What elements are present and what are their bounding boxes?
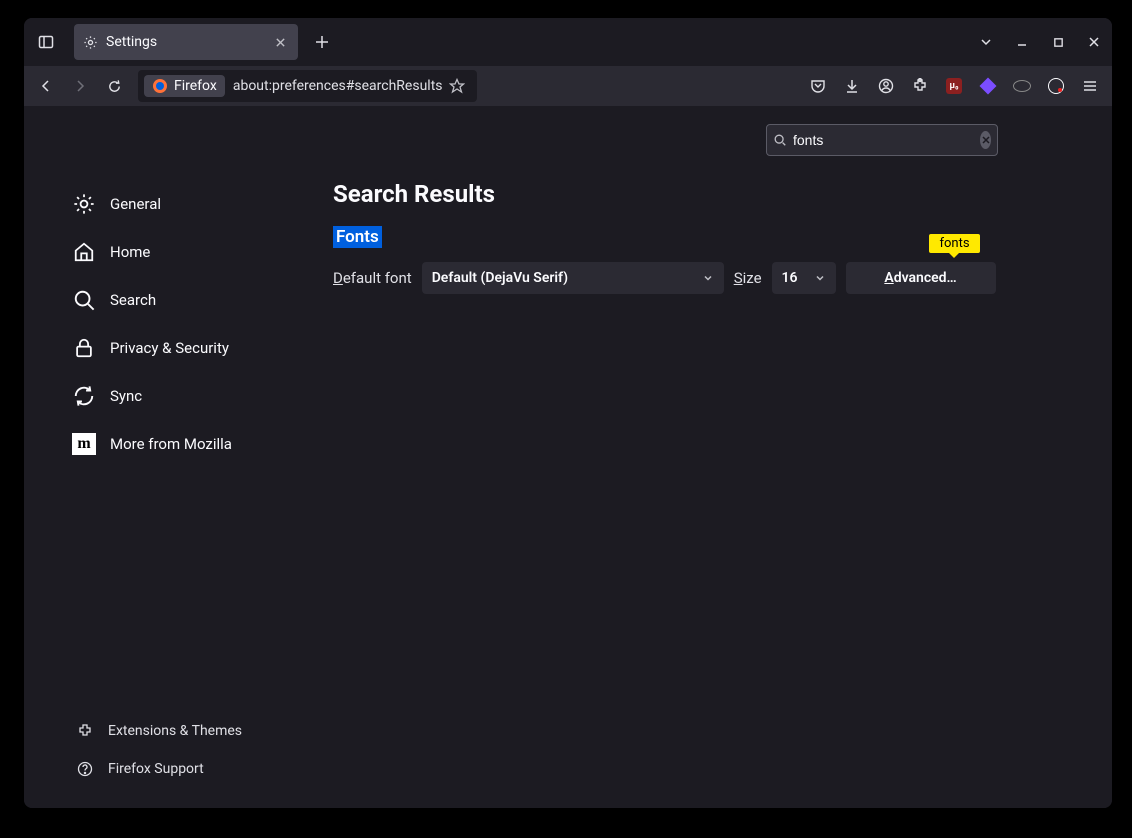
chevron-down-icon xyxy=(814,272,826,284)
search-highlight-tooltip: fonts xyxy=(929,234,979,253)
url-text: about:preferences#searchResults xyxy=(233,78,443,94)
page-title: Search Results xyxy=(333,180,1112,208)
category-label: Sync xyxy=(110,387,142,405)
back-button[interactable] xyxy=(30,70,62,102)
category-general[interactable]: General xyxy=(24,180,269,228)
identity-box[interactable]: Firefox xyxy=(144,75,225,97)
pocket-button[interactable] xyxy=(802,70,834,102)
category-label: Search xyxy=(110,291,156,309)
preferences-content: General Home Search Privacy & Security xyxy=(24,106,1112,808)
puzzle-icon xyxy=(76,722,94,740)
maximize-button[interactable] xyxy=(1040,18,1076,66)
tab-settings[interactable]: Settings xyxy=(74,24,298,60)
link-label: Firefox Support xyxy=(108,761,204,777)
lock-icon xyxy=(72,336,96,360)
forward-button[interactable] xyxy=(64,70,96,102)
chevron-down-icon xyxy=(702,272,714,284)
default-font-label: Default font xyxy=(333,269,412,287)
category-more-mozilla[interactable]: m More from Mozilla xyxy=(24,420,269,468)
main-content: Search Results Fonts Default font Defaul… xyxy=(269,106,1112,808)
category-label: Privacy & Security xyxy=(110,339,229,357)
search-icon xyxy=(773,133,787,147)
home-icon xyxy=(72,240,96,264)
ublock-extension-icon[interactable]: μ₀ xyxy=(938,70,970,102)
identity-label: Firefox xyxy=(174,78,217,94)
titlebar: Settings xyxy=(24,18,1112,66)
extensions-button[interactable] xyxy=(904,70,936,102)
categories-sidebar: General Home Search Privacy & Security xyxy=(24,106,269,808)
mozilla-icon: m xyxy=(72,432,96,456)
account-button[interactable] xyxy=(870,70,902,102)
extension-purple-icon[interactable] xyxy=(972,70,1004,102)
default-font-select[interactable]: Default (DejaVu Serif) xyxy=(422,262,724,294)
firefox-icon xyxy=(152,78,168,94)
settings-search-clear-button[interactable] xyxy=(980,131,991,149)
firefox-support-link[interactable]: Firefox Support xyxy=(24,750,269,788)
downloads-button[interactable] xyxy=(836,70,868,102)
category-label: General xyxy=(110,195,161,213)
close-button[interactable] xyxy=(1076,18,1112,66)
sync-icon xyxy=(72,384,96,408)
font-size-select[interactable]: 16 xyxy=(772,262,836,294)
minimize-button[interactable] xyxy=(1004,18,1040,66)
help-icon xyxy=(76,760,94,778)
app-menu-button[interactable] xyxy=(1074,70,1106,102)
settings-search-input[interactable] xyxy=(793,132,974,148)
size-label: Size xyxy=(734,269,762,287)
search-icon xyxy=(72,288,96,312)
toolbar: Firefox about:preferences#searchResults … xyxy=(24,66,1112,106)
select-value: Default (DejaVu Serif) xyxy=(432,270,568,286)
new-tab-button[interactable] xyxy=(306,26,338,58)
category-home[interactable]: Home xyxy=(24,228,269,276)
extension-disc-icon[interactable] xyxy=(1006,70,1038,102)
fonts-section-title: Fonts xyxy=(333,226,382,248)
button-label: Advanced… xyxy=(884,270,956,286)
category-privacy[interactable]: Privacy & Security xyxy=(24,324,269,372)
category-label: More from Mozilla xyxy=(110,435,232,453)
url-bar[interactable]: Firefox about:preferences#searchResults xyxy=(138,70,477,102)
category-sync[interactable]: Sync xyxy=(24,372,269,420)
link-label: Extensions & Themes xyxy=(108,723,242,739)
extension-obs-icon[interactable] xyxy=(1040,70,1072,102)
category-search[interactable]: Search xyxy=(24,276,269,324)
reload-button[interactable] xyxy=(98,70,130,102)
extensions-themes-link[interactable]: Extensions & Themes xyxy=(24,712,269,750)
tab-title: Settings xyxy=(106,34,262,50)
sidebar-toggle-button[interactable] xyxy=(24,18,68,66)
category-label: Home xyxy=(110,243,150,261)
list-all-tabs-button[interactable] xyxy=(968,18,1004,66)
bookmark-star-button[interactable] xyxy=(443,72,471,100)
gear-icon xyxy=(72,192,96,216)
gear-icon xyxy=(82,34,98,50)
tab-close-button[interactable] xyxy=(270,32,290,52)
select-value: 16 xyxy=(782,270,798,286)
advanced-fonts-button[interactable]: Advanced… xyxy=(846,262,996,294)
settings-search-box[interactable] xyxy=(766,124,998,156)
